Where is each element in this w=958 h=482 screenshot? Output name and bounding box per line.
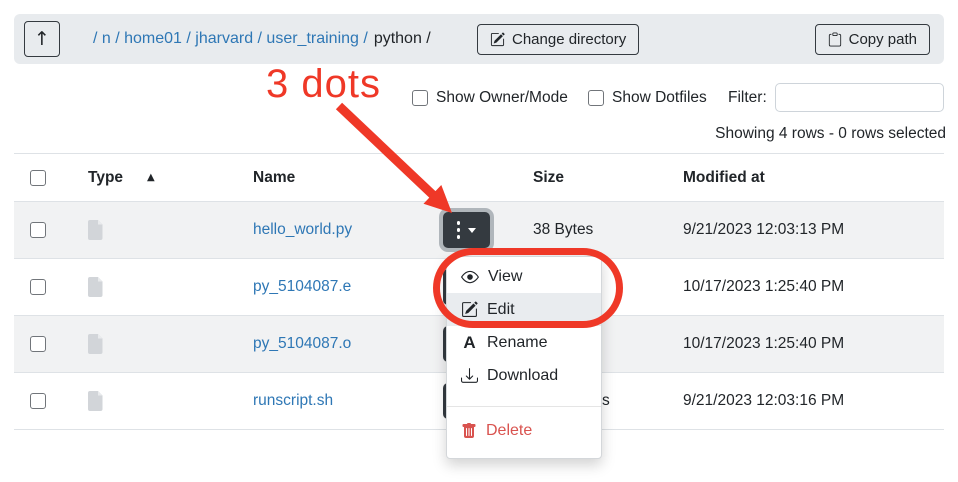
name-column-header[interactable]: Name <box>253 169 295 187</box>
eye-icon <box>461 268 479 286</box>
file-icon <box>88 220 104 240</box>
breadcrumb-current: python / <box>374 30 431 48</box>
file-icon <box>88 391 104 411</box>
caret-down-icon <box>468 228 476 233</box>
pencil-square-icon <box>490 32 505 47</box>
row-actions-dropdown-button[interactable] <box>443 212 490 248</box>
menu-item-rename[interactable]: A Rename <box>447 326 601 359</box>
arrow-up-icon: ↑ <box>34 30 50 49</box>
menu-divider <box>447 406 601 407</box>
breadcrumb-links[interactable]: / n / home01 / jharvard / user_training … <box>93 30 368 48</box>
row-checkbox[interactable] <box>30 222 46 238</box>
file-actions-menu: View Edit A Rename Download Delete <box>446 256 602 459</box>
copy-path-label: Copy path <box>849 31 917 48</box>
row-checkbox[interactable] <box>30 393 46 409</box>
show-owner-mode-control: Show Owner/Mode <box>412 89 568 107</box>
show-dotfiles-checkbox[interactable] <box>588 90 604 106</box>
file-browser-page: ↑ / n / home01 / jharvard / user_trainin… <box>0 0 958 482</box>
file-name-link[interactable]: runscript.sh <box>253 392 333 410</box>
menu-item-label: View <box>488 268 522 286</box>
select-all-checkbox[interactable] <box>30 170 46 186</box>
file-size: s <box>602 392 610 410</box>
row-checkbox[interactable] <box>30 336 46 352</box>
menu-item-label: Download <box>487 367 558 385</box>
row-checkbox[interactable] <box>30 279 46 295</box>
table-row: hello_world.py 38 Bytes 9/21/2023 12:03:… <box>14 202 944 259</box>
download-icon <box>461 367 478 384</box>
filter-label: Filter: <box>728 89 767 107</box>
show-dotfiles-label: Show Dotfiles <box>612 89 707 107</box>
file-modified-at: 10/17/2023 1:25:40 PM <box>683 335 844 353</box>
file-name-link[interactable]: hello_world.py <box>253 221 352 239</box>
file-icon <box>88 277 104 297</box>
copy-path-button[interactable]: Copy path <box>815 24 930 55</box>
clipboard-icon <box>828 32 842 47</box>
annotation-3-dots-text: 3 dots <box>266 62 381 107</box>
menu-item-view[interactable]: View <box>447 260 601 293</box>
pencil-square-icon <box>461 301 478 318</box>
menu-item-label: Rename <box>487 334 547 352</box>
menu-spacer <box>447 392 601 406</box>
change-directory-label: Change directory <box>512 31 626 48</box>
letter-a-icon: A <box>461 333 478 353</box>
three-dots-vertical-icon <box>457 221 461 239</box>
menu-item-label: Delete <box>486 422 532 440</box>
path-toolbar: ↑ / n / home01 / jharvard / user_trainin… <box>14 14 944 64</box>
modified-column-header[interactable]: Modified at <box>683 169 765 187</box>
file-size: 38 Bytes <box>533 221 593 239</box>
size-column-header[interactable]: Size <box>533 169 564 187</box>
filter-input[interactable] <box>775 83 944 112</box>
sort-ascending-icon[interactable]: ▲ <box>147 172 155 183</box>
file-name-link[interactable]: py_5104087.e <box>253 278 351 296</box>
type-column-header[interactable]: Type <box>88 169 123 187</box>
menu-item-label: Edit <box>487 301 515 319</box>
file-icon <box>88 334 104 354</box>
file-name-link[interactable]: py_5104087.o <box>253 335 351 353</box>
file-modified-at: 9/21/2023 12:03:13 PM <box>683 221 844 239</box>
menu-item-download[interactable]: Download <box>447 359 601 392</box>
go-up-directory-button[interactable]: ↑ <box>24 21 60 57</box>
trash-icon <box>461 423 477 439</box>
show-owner-mode-checkbox[interactable] <box>412 90 428 106</box>
menu-item-delete[interactable]: Delete <box>447 414 601 447</box>
menu-item-edit[interactable]: Edit <box>447 293 601 326</box>
file-modified-at: 10/17/2023 1:25:40 PM <box>683 278 844 296</box>
table-header-row: Type ▲ Name Size Modified at <box>14 153 944 202</box>
breadcrumb: / n / home01 / jharvard / user_training … <box>93 14 431 64</box>
change-directory-button[interactable]: Change directory <box>477 24 639 55</box>
show-dotfiles-control: Show Dotfiles <box>588 89 707 107</box>
show-owner-mode-label: Show Owner/Mode <box>436 89 568 107</box>
file-modified-at: 9/21/2023 12:03:16 PM <box>683 392 844 410</box>
rows-summary: Showing 4 rows - 0 rows selected <box>715 125 946 143</box>
